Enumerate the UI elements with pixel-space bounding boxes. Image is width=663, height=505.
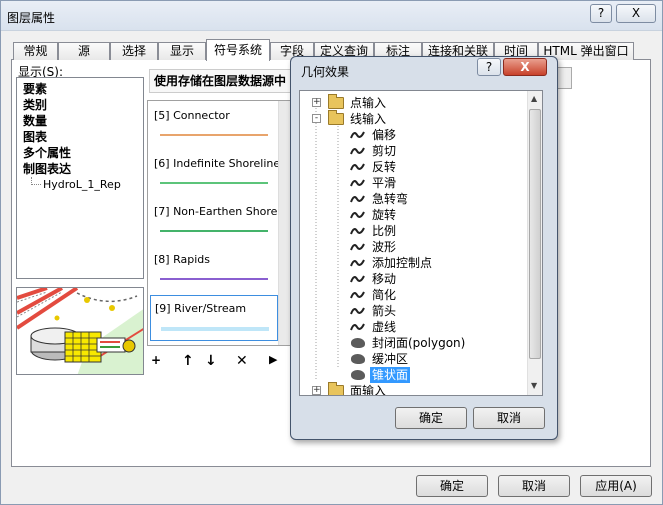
tree-node-label: 面输入 <box>350 384 387 396</box>
wave-effect-icon <box>350 147 365 155</box>
wave-effect-icon <box>350 259 365 267</box>
ok-button[interactable]: 确定 <box>416 475 488 497</box>
tab-source[interactable]: 源 <box>58 42 110 60</box>
help-button[interactable]: ? <box>590 4 612 23</box>
effect-label: 偏移 <box>372 128 397 142</box>
symbol-label: [5] Connector <box>154 109 230 122</box>
effect-label-selected: 锥状面 <box>370 367 411 383</box>
effect-label: 箭头 <box>372 304 397 318</box>
symbology-preview-image <box>16 287 144 375</box>
delete-icon[interactable]: ✕ <box>236 353 248 369</box>
wave-effect-icon <box>350 323 365 331</box>
geometric-effects-dialog: 几何效果 ? X + 点输入 - 线输入 偏移 剪切 反转 平滑 急转弯 旋转 … <box>290 56 558 440</box>
add-icon[interactable]: + <box>151 353 161 367</box>
wave-effect-icon <box>350 243 365 251</box>
show-item-charts[interactable]: 图表 <box>23 128 47 145</box>
folder-icon <box>328 94 344 109</box>
dialog-title: 几何效果 <box>301 65 350 79</box>
wave-effect-icon <box>350 307 365 315</box>
scroll-up-icon[interactable]: ▲ <box>531 94 537 103</box>
dialog-cancel-button[interactable]: 取消 <box>473 407 545 429</box>
symbol-swatch <box>160 134 268 136</box>
effect-label: 旋转 <box>372 208 397 222</box>
expand-icon[interactable]: + <box>312 98 321 107</box>
effect-label: 封闭面(polygon) <box>372 336 466 350</box>
show-subitem-rep[interactable]: HydroL_1_Rep <box>43 178 121 191</box>
effect-label: 急转弯 <box>372 192 409 206</box>
symbol-swatch <box>160 182 268 184</box>
show-item-quantities[interactable]: 数量 <box>23 112 47 129</box>
effect-label: 移动 <box>372 272 397 286</box>
window-title: 图层属性 <box>7 11 56 25</box>
scroll-down-icon[interactable]: ▼ <box>531 381 537 390</box>
symbol-label: [7] Non-Earthen Shoreline <box>154 205 293 218</box>
show-item-representations[interactable]: 制图表达 <box>23 160 71 177</box>
symbol-item[interactable]: [5] Connector <box>150 103 278 149</box>
polygon-effect-icon <box>351 354 365 364</box>
polygon-effect-icon <box>351 338 365 348</box>
expand-icon[interactable]: + <box>312 386 321 395</box>
wave-effect-icon <box>350 211 365 219</box>
effect-label: 虚线 <box>372 320 397 334</box>
tab-general[interactable]: 常规 <box>13 42 58 60</box>
close-button[interactable]: X <box>616 4 656 23</box>
move-down-icon[interactable]: ↓ <box>205 353 217 369</box>
show-item-multiple-attributes[interactable]: 多个属性 <box>23 144 71 161</box>
tree-node-label: 点输入 <box>350 96 387 110</box>
effect-label: 简化 <box>372 288 397 302</box>
effect-label: 波形 <box>372 240 397 254</box>
folder-icon <box>328 382 344 395</box>
polygon-effect-icon <box>351 370 365 380</box>
effect-label: 反转 <box>372 160 397 174</box>
symbol-item[interactable]: [6] Indefinite Shoreline <box>150 151 281 197</box>
symbol-item[interactable]: [8] Rapids <box>150 247 278 293</box>
tab-selection[interactable]: 选择 <box>110 42 158 60</box>
wave-effect-icon <box>350 131 365 139</box>
symbol-list: [5] Connector [6] Indefinite Shoreline [… <box>147 100 293 346</box>
effects-tree: + 点输入 - 线输入 偏移 剪切 反转 平滑 急转弯 旋转 比例 波形 添加控… <box>299 90 543 396</box>
effect-label: 剪切 <box>372 144 397 158</box>
scroll-thumb[interactable] <box>529 109 541 359</box>
tree-scrollbar[interactable]: ▲ ▼ <box>527 91 542 395</box>
symbol-swatch <box>161 327 269 331</box>
folder-icon <box>328 110 344 125</box>
dialog-close-button[interactable]: X <box>503 58 547 76</box>
show-item-categories[interactable]: 类别 <box>23 96 47 113</box>
collapse-icon[interactable]: - <box>312 114 321 123</box>
symbol-swatch <box>160 230 268 232</box>
wave-effect-icon <box>350 179 365 187</box>
wave-effect-icon <box>350 227 365 235</box>
title-bar: 图层属性 ? X <box>1 1 662 31</box>
dialog-ok-button[interactable]: 确定 <box>395 407 467 429</box>
header-side-button[interactable] <box>556 67 572 89</box>
symbology-header: 使用存储在图层数据源中 <box>149 69 299 93</box>
symbol-item[interactable]: [7] Non-Earthen Shoreline <box>150 199 292 245</box>
wave-effect-icon <box>350 275 365 283</box>
preview-map-icon <box>17 288 143 374</box>
wave-effect-icon <box>350 163 365 171</box>
play-icon[interactable]: ▶ <box>269 353 277 366</box>
effect-label: 添加控制点 <box>372 256 433 270</box>
show-item-features[interactable]: 要素 <box>23 80 47 97</box>
dialog-help-button[interactable]: ? <box>477 58 501 76</box>
move-up-icon[interactable]: ↑ <box>182 353 194 369</box>
cancel-button[interactable]: 取消 <box>498 475 570 497</box>
wave-effect-icon <box>350 291 365 299</box>
effect-label: 平滑 <box>372 176 397 190</box>
symbol-swatch <box>160 278 268 280</box>
symbol-label: [8] Rapids <box>154 253 210 266</box>
symbol-label: [9] River/Stream <box>155 302 247 315</box>
effect-label: 比例 <box>372 224 397 238</box>
symbol-item[interactable]: [9] River/Stream <box>150 295 278 341</box>
tab-symbology[interactable]: 符号系统 <box>206 39 270 61</box>
wave-effect-icon <box>350 195 365 203</box>
tree-connector <box>31 177 41 185</box>
apply-button[interactable]: 应用(A) <box>580 475 652 497</box>
tree-node-label: 线输入 <box>350 112 387 126</box>
show-list: 要素 类别 数量 图表 多个属性 制图表达 HydroL_1_Rep <box>16 77 144 279</box>
tab-display[interactable]: 显示 <box>158 42 206 60</box>
effect-label: 缓冲区 <box>372 352 409 366</box>
symbol-label: [6] Indefinite Shoreline <box>154 157 281 170</box>
